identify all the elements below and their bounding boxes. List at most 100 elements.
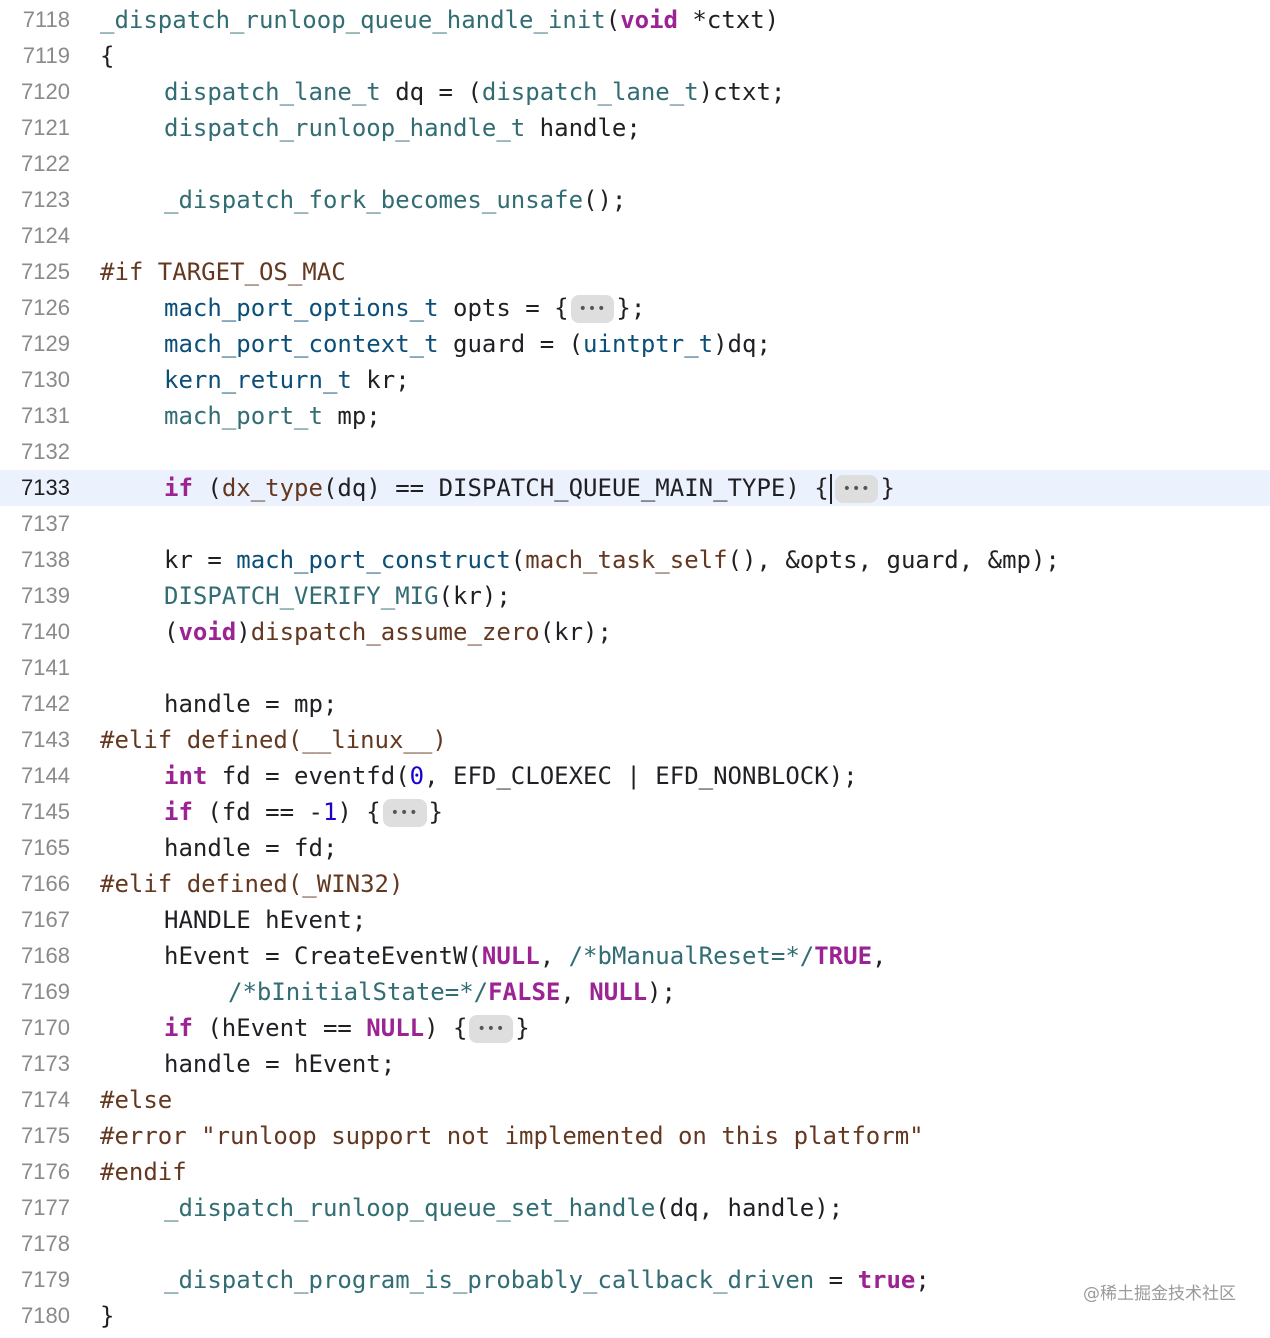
code-token-kw: NULL [481, 942, 540, 970]
code-token-plain: ; [915, 1266, 930, 1294]
code-line[interactable]: 7169 /*bInitialState=*/FALSE, NULL); [0, 974, 1270, 1010]
code-text[interactable]: DISPATCH_VERIFY_MIG(kr); [164, 581, 511, 611]
code-line[interactable]: 7142 handle = mp; [0, 686, 1270, 722]
code-line[interactable]: 7141 [0, 650, 1270, 686]
code-line[interactable]: 7179 _dispatch_program_is_probably_callba… [0, 1262, 1270, 1298]
line-number: 7167 [21, 907, 70, 932]
code-token-pp: mach_task_self [525, 546, 728, 574]
code-text[interactable]: #error "runloop support not implemented … [100, 1121, 924, 1151]
current-code-line[interactable]: 7133 if (dx_type(dq) == DISPATCH_QUEUE_MA… [0, 470, 1270, 506]
line-number: 7125 [21, 259, 70, 284]
code-line[interactable]: 7138 kr = mach_port_construct(mach_task_s… [0, 542, 1270, 578]
code-token-plain: ) [236, 618, 251, 646]
code-line[interactable]: 7170 if (hEvent == NULL) {•••} [0, 1010, 1270, 1046]
code-text[interactable]: #else [100, 1085, 172, 1115]
code-text[interactable]: mach_port_context_t guard = (uintptr_t)d… [164, 329, 771, 359]
code-line[interactable]: 7176 #endif [0, 1154, 1270, 1190]
code-token-fn: dispatch_lane_t [164, 78, 381, 106]
code-token-plain: , [560, 978, 590, 1006]
code-line[interactable]: 7126 mach_port_options_t opts = {•••}; [0, 290, 1270, 326]
code-line[interactable]: 7165 handle = fd; [0, 830, 1270, 866]
code-token-plain: ( [605, 6, 621, 34]
code-text[interactable]: handle = fd; [164, 833, 337, 863]
code-line[interactable]: 7144 int fd = eventfd(0, EFD_CLOEXEC | EF… [0, 758, 1270, 794]
code-line[interactable]: 7132 [0, 434, 1270, 470]
code-line[interactable]: 7120 dispatch_lane_t dq = (dispatch_lane_… [0, 74, 1270, 110]
code-text[interactable]: _dispatch_runloop_queue_set_handle(dq, h… [164, 1193, 843, 1223]
code-text[interactable]: dispatch_runloop_handle_t handle; [164, 113, 641, 143]
code-text[interactable]: mach_port_t mp; [164, 401, 381, 431]
code-line[interactable]: 7130 kern_return_t kr; [0, 362, 1270, 398]
code-text[interactable]: dispatch_lane_t dq = (dispatch_lane_t)ct… [164, 77, 785, 107]
code-line[interactable]: 7118 _dispatch_runloop_queue_handle_init(… [0, 2, 1270, 38]
code-line[interactable]: 7145 if (fd == -1) {•••} [0, 794, 1270, 830]
code-text[interactable]: /*bInitialState=*/FALSE, NULL); [228, 977, 676, 1007]
fold-ellipsis-button[interactable]: ••• [834, 475, 879, 503]
code-token-plain: } [880, 474, 895, 502]
code-text[interactable]: #if TARGET_OS_MAC [100, 257, 346, 287]
code-line[interactable]: 7125 #if TARGET_OS_MAC [0, 254, 1270, 290]
code-token-plain: (dq, handle); [655, 1194, 844, 1222]
code-token-kw: NULL [589, 978, 648, 1006]
code-text[interactable]: hEvent = CreateEventW(NULL, /*bManualRes… [164, 941, 886, 971]
code-token-comment: /*bInitialState=*/ [228, 978, 489, 1006]
code-line[interactable]: 7129 mach_port_context_t guard = (uintptr… [0, 326, 1270, 362]
code-token-plain: (dq) == DISPATCH_QUEUE_MAIN_TYPE) { [322, 474, 829, 502]
code-text[interactable]: handle = mp; [164, 689, 337, 719]
code-text[interactable]: _dispatch_runloop_queue_handle_init(void… [100, 5, 779, 35]
code-line[interactable]: 7124 [0, 218, 1270, 254]
code-line[interactable]: 7180} [0, 1298, 1270, 1334]
code-token-plain: guard = ( [438, 330, 584, 358]
code-text[interactable]: if (fd == -1) {•••} [164, 797, 443, 827]
code-line[interactable]: 7121 dispatch_runloop_handle_t handle; [0, 110, 1270, 146]
code-editor[interactable]: 7118 _dispatch_runloop_queue_handle_init(… [0, 2, 1270, 1334]
code-text[interactable]: #elif defined(__linux__) [100, 725, 447, 755]
code-line[interactable]: 7168 hEvent = CreateEventW(NULL, /*bManua… [0, 938, 1270, 974]
code-line[interactable]: 7143 #elif defined(__linux__) [0, 722, 1270, 758]
code-text[interactable]: _dispatch_program_is_probably_callback_d… [164, 1265, 930, 1295]
code-token-num: 0 [409, 762, 425, 790]
code-line[interactable]: 7137 [0, 506, 1270, 542]
line-number: 7119 [22, 43, 70, 68]
code-text[interactable]: if (hEvent == NULL) {•••} [164, 1013, 530, 1043]
line-number: 7173 [21, 1051, 70, 1076]
code-line[interactable]: 7177 _dispatch_runloop_queue_set_handle(d… [0, 1190, 1270, 1226]
code-text[interactable]: int fd = eventfd(0, EFD_CLOEXEC | EFD_NO… [164, 761, 858, 791]
code-line[interactable]: 7178 [0, 1226, 1270, 1262]
watermark: @稀土掘金技术社区 [1083, 1284, 1236, 1304]
code-line[interactable]: 7173 handle = hEvent; [0, 1046, 1270, 1082]
code-text[interactable]: #endif [100, 1157, 187, 1187]
fold-ellipsis-button[interactable]: ••• [382, 799, 427, 827]
code-text[interactable]: mach_port_options_t opts = {•••}; [164, 293, 645, 323]
code-text[interactable]: (void)dispatch_assume_zero(kr); [164, 617, 612, 647]
code-text[interactable]: _dispatch_fork_becomes_unsafe(); [164, 185, 626, 215]
code-line[interactable]: 7174 #else [0, 1082, 1270, 1118]
line-number: 7176 [21, 1159, 70, 1184]
code-text[interactable]: kern_return_t kr; [164, 365, 410, 395]
code-token-fn: DISPATCH_VERIFY_MIG [164, 582, 439, 610]
code-line[interactable]: 7167 HANDLE hEvent; [0, 902, 1270, 938]
code-token-plain: mp; [322, 402, 381, 430]
line-number: 7165 [21, 835, 70, 860]
code-line[interactable]: 7140 (void)dispatch_assume_zero(kr); [0, 614, 1270, 650]
code-line[interactable]: 7139 DISPATCH_VERIFY_MIG(kr); [0, 578, 1270, 614]
code-line[interactable]: 7166 #elif defined(_WIN32) [0, 866, 1270, 902]
line-number: 7168 [21, 943, 70, 968]
code-line[interactable]: 7123 _dispatch_fork_becomes_unsafe(); [0, 182, 1270, 218]
code-text[interactable]: handle = hEvent; [164, 1049, 395, 1079]
code-line[interactable]: 7175 #error "runloop support not implemen… [0, 1118, 1270, 1154]
code-text[interactable]: kr = mach_port_construct(mach_task_self(… [164, 545, 1060, 575]
code-line[interactable]: 7131 mach_port_t mp; [0, 398, 1270, 434]
line-number: 7139 [21, 583, 70, 608]
code-token-plain: , EFD_CLOEXEC | EFD_NONBLOCK); [424, 762, 858, 790]
code-text[interactable]: HANDLE hEvent; [164, 905, 366, 935]
code-text[interactable]: } [100, 1301, 114, 1331]
line-number: 7130 [21, 367, 70, 392]
fold-ellipsis-button[interactable]: ••• [570, 295, 615, 323]
code-line[interactable]: 7122 [0, 146, 1270, 182]
code-text[interactable]: #elif defined(_WIN32) [100, 869, 403, 899]
code-text[interactable]: { [100, 41, 114, 71]
fold-ellipsis-button[interactable]: ••• [469, 1015, 514, 1043]
code-line[interactable]: 7119 { [0, 38, 1270, 74]
code-text[interactable]: if (dx_type(dq) == DISPATCH_QUEUE_MAIN_T… [164, 473, 895, 504]
